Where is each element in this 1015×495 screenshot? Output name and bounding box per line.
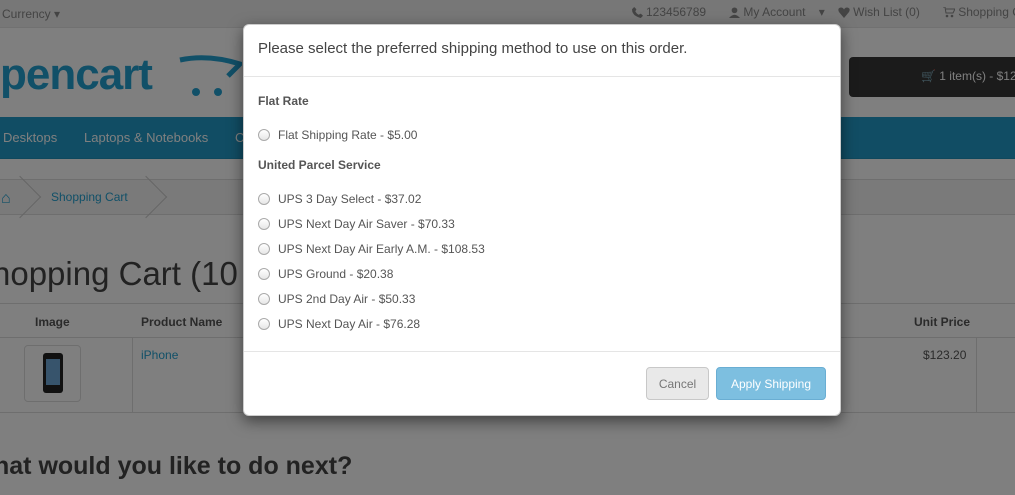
radio-button[interactable] (258, 317, 270, 330)
option-label: UPS Ground - $20.38 (278, 266, 394, 281)
option-label: Flat Shipping Rate - $5.00 (278, 127, 418, 142)
shipping-method-modal: Please select the preferred shipping met… (243, 24, 841, 416)
option-flat-rate[interactable]: Flat Shipping Rate - $5.00 (258, 122, 826, 147)
radio-button[interactable] (258, 242, 270, 255)
option-label: UPS Next Day Air Early A.M. - $108.53 (278, 241, 485, 256)
option-ups-ground[interactable]: UPS Ground - $20.38 (258, 261, 826, 286)
modal-header: Please select the preferred shipping met… (244, 25, 840, 77)
option-label: UPS 2nd Day Air - $50.33 (278, 291, 416, 306)
option-ups-3-day-select[interactable]: UPS 3 Day Select - $37.02 (258, 186, 826, 211)
option-label: UPS Next Day Air - $76.28 (278, 316, 421, 331)
group-title-ups: United Parcel Service (258, 158, 381, 172)
option-label: UPS Next Day Air Saver - $70.33 (278, 216, 455, 231)
option-ups-next-day-air-saver[interactable]: UPS Next Day Air Saver - $70.33 (258, 211, 826, 236)
radio-button[interactable] (258, 267, 270, 280)
radio-button[interactable] (258, 292, 270, 305)
option-ups-next-day-air[interactable]: UPS Next Day Air - $76.28 (258, 311, 826, 336)
radio-button[interactable] (258, 192, 270, 205)
group-title-flat-rate: Flat Rate (258, 94, 309, 108)
modal-title: Please select the preferred shipping met… (258, 40, 688, 57)
radio-button[interactable] (258, 217, 270, 230)
modal-footer: Cancel Apply Shipping (244, 351, 840, 415)
option-label: UPS 3 Day Select - $37.02 (278, 191, 422, 206)
apply-shipping-button[interactable]: Apply Shipping (716, 367, 826, 400)
option-ups-next-day-air-early[interactable]: UPS Next Day Air Early A.M. - $108.53 (258, 236, 826, 261)
cancel-button[interactable]: Cancel (646, 367, 709, 400)
option-ups-2nd-day-air[interactable]: UPS 2nd Day Air - $50.33 (258, 286, 826, 311)
modal-body: Flat Rate Flat Shipping Rate - $5.00 Uni… (244, 77, 840, 352)
radio-button[interactable] (258, 128, 270, 141)
